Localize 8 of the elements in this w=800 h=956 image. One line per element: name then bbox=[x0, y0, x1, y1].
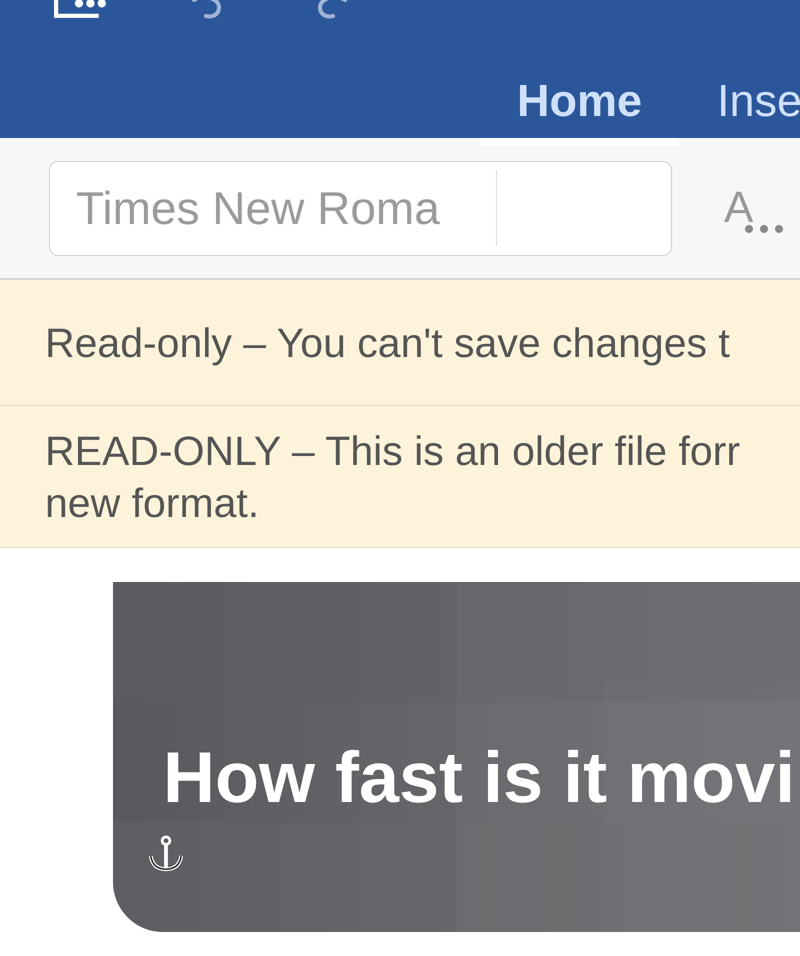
ribbon-tab[interactable]: Inse bbox=[679, 70, 800, 146]
image-heading: How fast is it movi bbox=[163, 742, 796, 814]
anchor-icon[interactable] bbox=[147, 835, 185, 873]
banner-message: READ-ONLY – This is an older file forr new format. bbox=[45, 427, 740, 528]
banner-message: Read-only – You can't save changes t bbox=[45, 318, 730, 368]
keyboard-icon[interactable] bbox=[53, 0, 107, 19]
more-dots-icon bbox=[744, 224, 784, 234]
font-field[interactable]: Times New Roma bbox=[49, 160, 672, 256]
